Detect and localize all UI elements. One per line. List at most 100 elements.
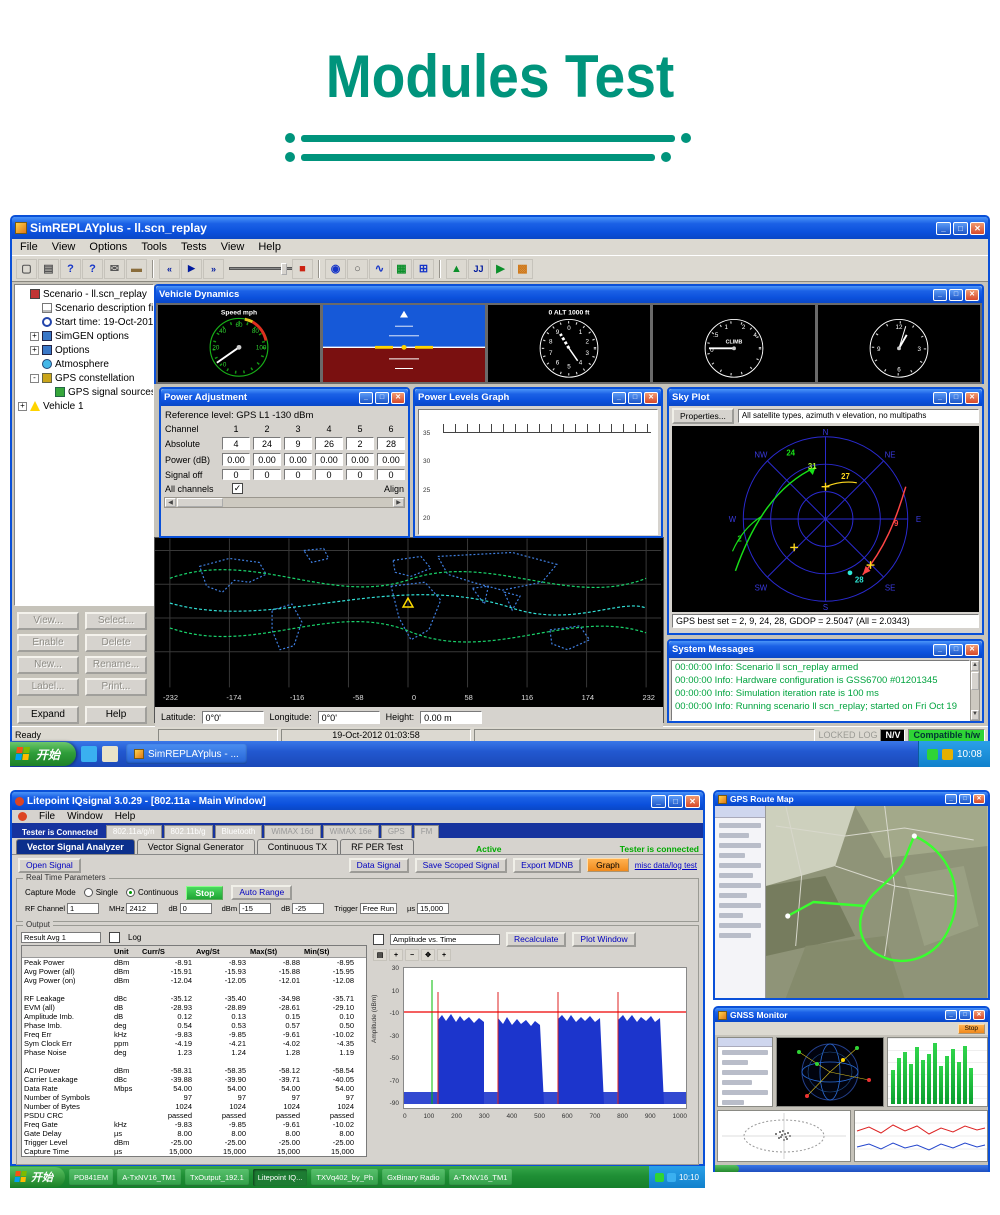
- power-value-field[interactable]: 0.00: [284, 453, 312, 466]
- tree-item[interactable]: - GPS constellation: [15, 371, 153, 385]
- taskbar-task-button[interactable]: TXVq402_by_Ph: [311, 1169, 378, 1186]
- standard-tab[interactable]: 802.11b/g: [164, 825, 213, 838]
- minimize-button[interactable]: [651, 795, 666, 808]
- mail-icon[interactable]: ✉: [104, 259, 125, 279]
- tree-expander[interactable]: -: [30, 374, 39, 383]
- maximize-button[interactable]: [949, 644, 963, 656]
- standard-tab[interactable]: WiMAX 16e: [323, 825, 379, 838]
- print-icon[interactable]: ▤: [38, 259, 59, 279]
- menu-item[interactable]: File: [39, 811, 55, 822]
- menu-item[interactable]: Help: [258, 241, 281, 253]
- maximize-button[interactable]: [959, 794, 971, 804]
- properties-button[interactable]: Properties...: [672, 408, 734, 424]
- taskbar-task-button[interactable]: Litepoint IQ...: [253, 1169, 308, 1186]
- signal-off-field[interactable]: 0: [315, 469, 343, 480]
- horizontal-scrollbar[interactable]: [164, 497, 405, 508]
- tray-icon[interactable]: [655, 1173, 664, 1182]
- messages-scrollbar[interactable]: [970, 660, 980, 721]
- channel-list-panel[interactable]: [717, 1037, 773, 1107]
- menu-item[interactable]: Help: [115, 811, 136, 822]
- close-button[interactable]: [965, 289, 979, 301]
- taskbar-task-button[interactable]: SimREPLAYplus - ...: [126, 744, 247, 764]
- grid-icon[interactable]: ▩: [512, 259, 533, 279]
- step-back-icon[interactable]: «: [159, 259, 180, 279]
- route-map-titlebar[interactable]: GPS Route Map: [715, 792, 988, 806]
- start-button[interactable]: 开始: [10, 1167, 65, 1187]
- graph-icon[interactable]: ∿: [369, 259, 390, 279]
- tree-action-button[interactable]: Print...: [85, 678, 147, 696]
- power-value-field[interactable]: 0.00: [222, 453, 250, 466]
- step-forward-icon[interactable]: »: [203, 259, 224, 279]
- plot-save-icon[interactable]: ▤: [373, 949, 387, 961]
- close-button[interactable]: [391, 392, 405, 404]
- run-icon[interactable]: ▶: [490, 259, 511, 279]
- standard-tab[interactable]: Bluetooth: [215, 825, 263, 838]
- tree-expander[interactable]: [43, 388, 52, 397]
- stop-button[interactable]: Stop: [186, 886, 223, 900]
- tree-expander[interactable]: [30, 360, 39, 369]
- tree-item[interactable]: Scenario - ll.scn_replay: [15, 287, 153, 301]
- power-value-field[interactable]: 0.00: [346, 453, 374, 466]
- menu-item[interactable]: Tests: [181, 241, 207, 253]
- plot-zoom-in-icon[interactable]: +: [389, 949, 403, 961]
- snapshot-icon[interactable]: ◉: [325, 259, 346, 279]
- tree-item[interactable]: + SimGEN options: [15, 329, 153, 343]
- menu-item[interactable]: View: [52, 241, 76, 253]
- maximize-button[interactable]: [959, 1010, 971, 1020]
- power-value-field[interactable]: 0.00: [315, 453, 343, 466]
- plot-window-button[interactable]: Plot Window: [572, 932, 635, 947]
- signal-off-field[interactable]: 0: [222, 469, 250, 480]
- power-value-field[interactable]: 0.00: [253, 453, 281, 466]
- close-button[interactable]: [965, 392, 979, 404]
- taskbar-task-button[interactable]: A-TxNV16_TM1: [117, 1169, 181, 1186]
- standard-tab[interactable]: 802.11a/g/n: [106, 825, 162, 838]
- longitude-field[interactable]: 0°0': [318, 711, 380, 724]
- tree-item[interactable]: Start time: 19-Oct-2012: [15, 315, 153, 329]
- signal-off-field[interactable]: 0: [377, 469, 405, 480]
- recalculate-button[interactable]: Recalculate: [506, 932, 566, 947]
- plot-type-selector[interactable]: Amplitude vs. Time: [390, 934, 500, 945]
- save-scoped-signal-button[interactable]: Save Scoped Signal: [415, 858, 508, 873]
- latitude-field[interactable]: 0°0': [202, 711, 264, 724]
- tree-expander[interactable]: [30, 304, 39, 313]
- menu-item[interactable]: View: [221, 241, 245, 253]
- table-icon[interactable]: ⊞: [413, 259, 434, 279]
- tree-action-button[interactable]: Delete: [85, 634, 147, 652]
- position-slider[interactable]: [229, 263, 287, 275]
- absolute-value-field[interactable]: 2: [346, 437, 374, 450]
- absolute-value-field[interactable]: 24: [253, 437, 281, 450]
- power-value-field[interactable]: 0.00: [377, 453, 405, 466]
- quick-launch-icon[interactable]: [102, 746, 118, 762]
- mode-tab[interactable]: Vector Signal Generator: [137, 839, 255, 854]
- clock-icon[interactable]: ○: [347, 259, 368, 279]
- tray-icon[interactable]: [942, 749, 953, 760]
- minimize-button[interactable]: [933, 644, 947, 656]
- plot-cursor-icon[interactable]: +: [437, 949, 451, 961]
- tray-shield-icon[interactable]: [927, 749, 938, 760]
- mode-tab[interactable]: RF PER Test: [340, 839, 414, 854]
- gnss-stop-button[interactable]: Stop: [958, 1024, 985, 1034]
- simreplay-titlebar[interactable]: SimREPLAYplus - ll.scn_replay: [12, 217, 988, 239]
- tree-item[interactable]: + Options: [15, 343, 153, 357]
- minimize-button[interactable]: [945, 794, 957, 804]
- taskbar-task-button[interactable]: PD841EM: [69, 1169, 113, 1186]
- field-input[interactable]: -25: [292, 903, 324, 914]
- context-help-icon[interactable]: ?: [82, 259, 103, 279]
- absolute-value-field[interactable]: 4: [222, 437, 250, 450]
- menu-item[interactable]: Options: [89, 241, 127, 253]
- maximize-button[interactable]: [375, 392, 389, 404]
- menu-item[interactable]: Tools: [141, 241, 167, 253]
- signal-off-field[interactable]: 0: [253, 469, 281, 480]
- new-file-icon[interactable]: ▢: [16, 259, 37, 279]
- absolute-value-field[interactable]: 28: [377, 437, 405, 450]
- tree-item[interactable]: Atmosphere: [15, 357, 153, 371]
- note-icon[interactable]: ▬: [126, 259, 147, 279]
- layers-panel[interactable]: [715, 806, 766, 998]
- field-input[interactable]: -15: [239, 903, 271, 914]
- tree-action-button[interactable]: View...: [17, 612, 79, 630]
- tree-expander[interactable]: +: [18, 402, 27, 411]
- menu-item[interactable]: Window: [67, 811, 103, 822]
- taskbar-task-button[interactable]: TxOutput_192.1: [185, 1169, 249, 1186]
- map-icon[interactable]: ▦: [391, 259, 412, 279]
- power-levels-titlebar[interactable]: Power Levels Graph: [415, 389, 661, 406]
